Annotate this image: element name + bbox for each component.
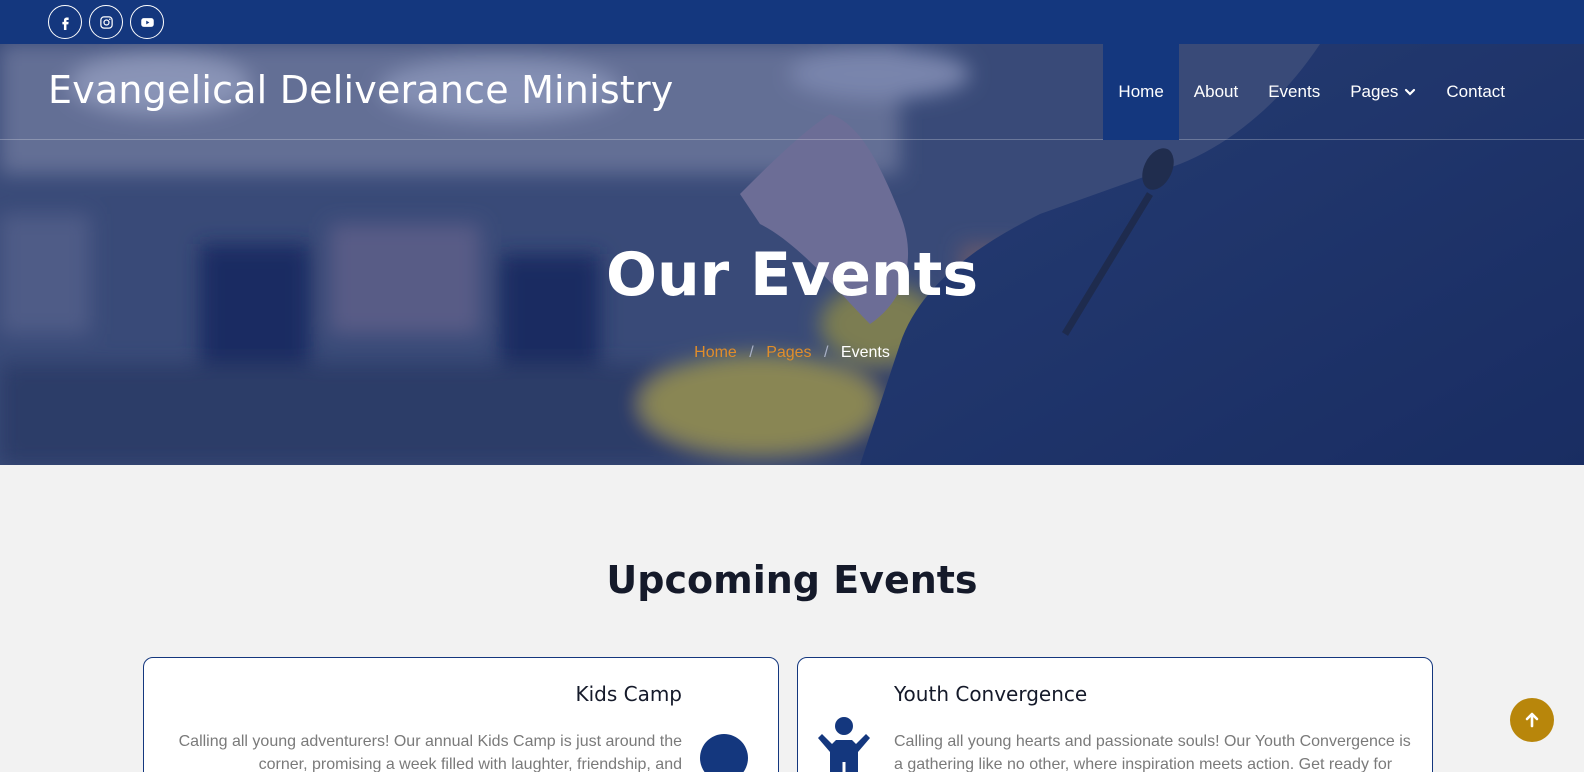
- top-bar: [0, 0, 1584, 44]
- nav-contact[interactable]: Contact: [1431, 44, 1520, 140]
- site-brand[interactable]: Evangelical Deliverance Ministry: [48, 68, 673, 112]
- event-description: Calling all young adventurers! Our annua…: [178, 733, 682, 772]
- breadcrumb-separator: /: [824, 344, 829, 361]
- circle-icon: [700, 734, 748, 772]
- event-title: Youth Convergence: [894, 682, 1088, 706]
- arrow-up-icon: [1525, 712, 1539, 728]
- chevron-down-icon: [1405, 88, 1416, 96]
- nav-pages-label: Pages: [1350, 82, 1399, 101]
- breadcrumb-pages[interactable]: Pages: [766, 344, 811, 361]
- event-title: Kids Camp: [575, 682, 682, 706]
- facebook-link[interactable]: [48, 5, 82, 39]
- main-nav: Home About Events Pages Contact: [1103, 44, 1520, 140]
- breadcrumb-home[interactable]: Home: [694, 344, 737, 361]
- child-icon: [818, 717, 870, 772]
- event-description: Calling all young hearts and passionate …: [894, 733, 1411, 772]
- youtube-icon: [140, 17, 154, 27]
- event-card-kids-camp[interactable]: Kids Camp Calling all young adventurers!…: [143, 657, 779, 772]
- section-title: Upcoming Events: [606, 558, 978, 602]
- nav-home[interactable]: Home: [1103, 44, 1179, 140]
- instagram-link[interactable]: [89, 5, 123, 39]
- youtube-link[interactable]: [130, 5, 164, 39]
- facebook-icon: [61, 17, 69, 30]
- breadcrumb: Home / Pages / Events: [0, 344, 1584, 362]
- event-card-youth-convergence[interactable]: Youth Convergence Calling all young hear…: [797, 657, 1433, 772]
- nav-events[interactable]: Events: [1253, 44, 1335, 140]
- breadcrumb-separator: /: [749, 344, 754, 361]
- breadcrumb-current: Events: [840, 344, 890, 361]
- nav-pages[interactable]: Pages: [1335, 44, 1431, 140]
- instagram-icon: [99, 15, 113, 29]
- page-title: Our Events: [605, 240, 979, 310]
- nav-about[interactable]: About: [1179, 44, 1253, 140]
- back-to-top-button[interactable]: [1510, 698, 1554, 742]
